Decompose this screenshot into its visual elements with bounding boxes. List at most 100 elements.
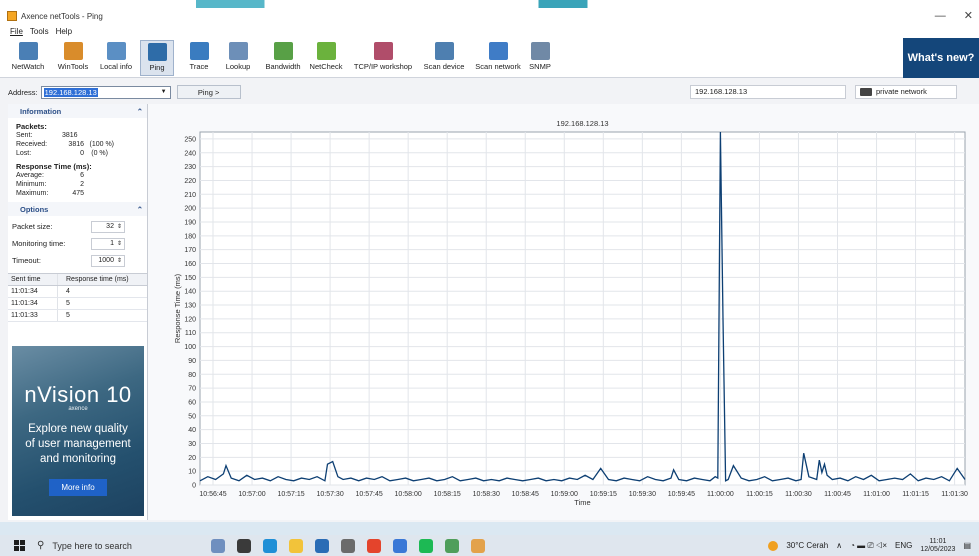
toolbar-scan-network-button[interactable]: Scan network [471, 40, 525, 76]
close-button[interactable]: ✕ [964, 8, 973, 24]
more-info-button[interactable]: More info [49, 479, 107, 496]
y-axis-label: Response Time (ms) [173, 273, 182, 343]
minimum-value: 2 [80, 181, 84, 188]
chrome-alt-icon[interactable] [393, 538, 407, 553]
windows-start-icon[interactable] [14, 540, 25, 551]
background-stripe [0, 0, 979, 8]
packet-size-row: Packet size: 32 ⇕ [8, 218, 147, 235]
taskbar-search[interactable]: ⚲ Type here to search [37, 537, 177, 554]
plot-area [199, 131, 966, 486]
x-tick-label: 10:57:45 [356, 491, 383, 498]
y-tick-label: 120 [184, 316, 196, 323]
x-tick-label: 11:00:15 [746, 491, 773, 498]
address-input[interactable]: 192.168.128.13 ▼ [40, 85, 171, 99]
toolbar-scan-device-button[interactable]: Scan device [421, 40, 467, 76]
whats-new-button[interactable]: What's new? [903, 38, 979, 78]
toolbar-bandwidth-button[interactable]: Bandwidth [259, 40, 307, 76]
chevron-up-icon[interactable]: ⌃ [137, 205, 143, 214]
toolbar-netcheck-button[interactable]: NetCheck [308, 40, 344, 76]
nvision-ad-banner[interactable]: nVision 10 axence Explore new quality of… [12, 346, 144, 516]
notification-icon[interactable]: ▤ [963, 541, 971, 550]
clock[interactable]: 11:01 12/05/2023 [920, 538, 955, 554]
timeout-value: 1000 [98, 257, 114, 264]
y-tick-label: 160 [184, 261, 196, 268]
options-header[interactable]: Options ⌃ [8, 202, 147, 216]
ping-button[interactable]: Ping > [176, 85, 241, 99]
y-tick-label: 130 [184, 303, 196, 310]
row-time: 11:01:33 [8, 310, 58, 321]
y-tick-label: 70 [188, 386, 196, 393]
x-tick-label: 10:58:45 [512, 491, 539, 498]
received-value: 3816 [68, 141, 84, 148]
packet-size-value: 32 [106, 223, 114, 230]
y-tick-label: 190 [184, 219, 196, 226]
table-row[interactable]: 11:01:34 5 [8, 298, 147, 310]
toolbar-trace-button[interactable]: Trace [181, 40, 217, 76]
response-table: Sent time Response time (ms) 11:01:34 4 … [8, 273, 147, 322]
spinner-arrows-icon[interactable]: ⇕ [117, 223, 122, 230]
menu-file[interactable]: File [10, 27, 23, 36]
resolved-ip-field: 192.168.128.13 [690, 85, 846, 99]
toolbar-label: SNMP [529, 62, 551, 71]
y-tick-label: 90 [188, 358, 196, 365]
weather-icon[interactable] [768, 540, 779, 551]
address-bar: Address: 192.168.128.13 ▼ Ping > 192.168… [0, 82, 979, 102]
information-header[interactable]: Information ⌃ [8, 104, 147, 118]
lost-percent: (0 %) [91, 150, 108, 157]
column-response-time[interactable]: Response time (ms) [58, 274, 129, 285]
wintools-icon [63, 42, 83, 60]
minimize-button[interactable]: — [935, 8, 946, 24]
toolbar-netwatch-button[interactable]: NetWatch [6, 40, 50, 76]
network-type-label: private network [876, 87, 927, 96]
packet-size-stepper[interactable]: 32 ⇕ [91, 220, 125, 233]
mail-icon[interactable] [315, 538, 329, 553]
toolbar-ping-button[interactable]: Ping [140, 40, 174, 76]
x-tick-label: 11:00:00 [707, 491, 734, 498]
spotify-icon[interactable] [419, 538, 433, 553]
monitoring-time-stepper[interactable]: 1 ⇕ [91, 237, 125, 250]
title-bar: Axence netTools - Ping — ✕ [0, 8, 979, 24]
language-indicator[interactable]: ENG [895, 541, 912, 550]
toolbar-wintools-button[interactable]: WinTools [53, 40, 93, 76]
bandwidth-icon [273, 42, 293, 60]
toolbar-local-info-button[interactable]: Local info [95, 40, 137, 76]
table-row[interactable]: 11:01:34 4 [8, 286, 147, 298]
file-explorer-icon[interactable] [289, 538, 303, 553]
row-response: 4 [66, 288, 70, 295]
timeout-stepper[interactable]: 1000 ⇕ [91, 254, 125, 267]
lost-row: Lost: 0 (0 %) [8, 149, 147, 158]
monitoring-time-value: 1 [110, 240, 114, 247]
widgets-icon[interactable] [211, 538, 225, 553]
y-tick-label: 80 [188, 372, 196, 379]
toolbar-tcpip-workshop-button[interactable]: TCP/IP workshop [350, 40, 416, 76]
tcpip-workshop-icon [373, 42, 393, 60]
menu-tools[interactable]: Tools [30, 27, 49, 36]
toolbar-lookup-button[interactable]: Lookup [223, 40, 253, 76]
chevron-up-icon[interactable]: ⌃ [137, 107, 143, 116]
x-tick-label: 11:01:15 [902, 491, 929, 498]
chrome-icon[interactable] [367, 538, 381, 553]
chrome-profile-icon[interactable] [445, 538, 459, 553]
spinner-arrows-icon[interactable]: ⇕ [117, 257, 122, 264]
weather-text[interactable]: 30°C Cerah [786, 541, 828, 550]
nettools-icon[interactable] [471, 538, 485, 553]
edge-icon[interactable] [263, 538, 277, 553]
app-icon[interactable] [341, 538, 355, 553]
y-tick-label: 110 [185, 330, 196, 337]
chevron-down-icon[interactable]: ▼ [161, 87, 167, 98]
ping-chart: 0 10 20 30 40 50 60 70 80 90 100 110 120 130 140 150 160… [173, 119, 968, 507]
app-icon [7, 11, 17, 21]
task-view-icon[interactable] [237, 538, 251, 553]
address-value: 192.168.128.13 [43, 87, 98, 97]
tray-chevron-icon[interactable]: ∧ [836, 541, 842, 550]
spinner-arrows-icon[interactable]: ⇕ [117, 240, 122, 247]
minimum-label: Minimum: [16, 181, 47, 188]
table-row[interactable]: 11:01:33 5 [8, 310, 147, 322]
y-tick-label: 170 [184, 247, 196, 254]
ad-text-line: Explore new quality [28, 423, 128, 435]
toolbar-snmp-button[interactable]: SNMP [528, 40, 552, 76]
column-sent-time[interactable]: Sent time [8, 274, 58, 285]
menu-help[interactable]: Help [56, 27, 72, 36]
system-tray: 30°C Cerah ∧ ◔ ▬ ⎚ ◁× ENG 11:01 12/05/20… [768, 535, 971, 556]
tray-status-icons[interactable]: ◔ ▬ ⎚ ◁× [850, 541, 887, 551]
